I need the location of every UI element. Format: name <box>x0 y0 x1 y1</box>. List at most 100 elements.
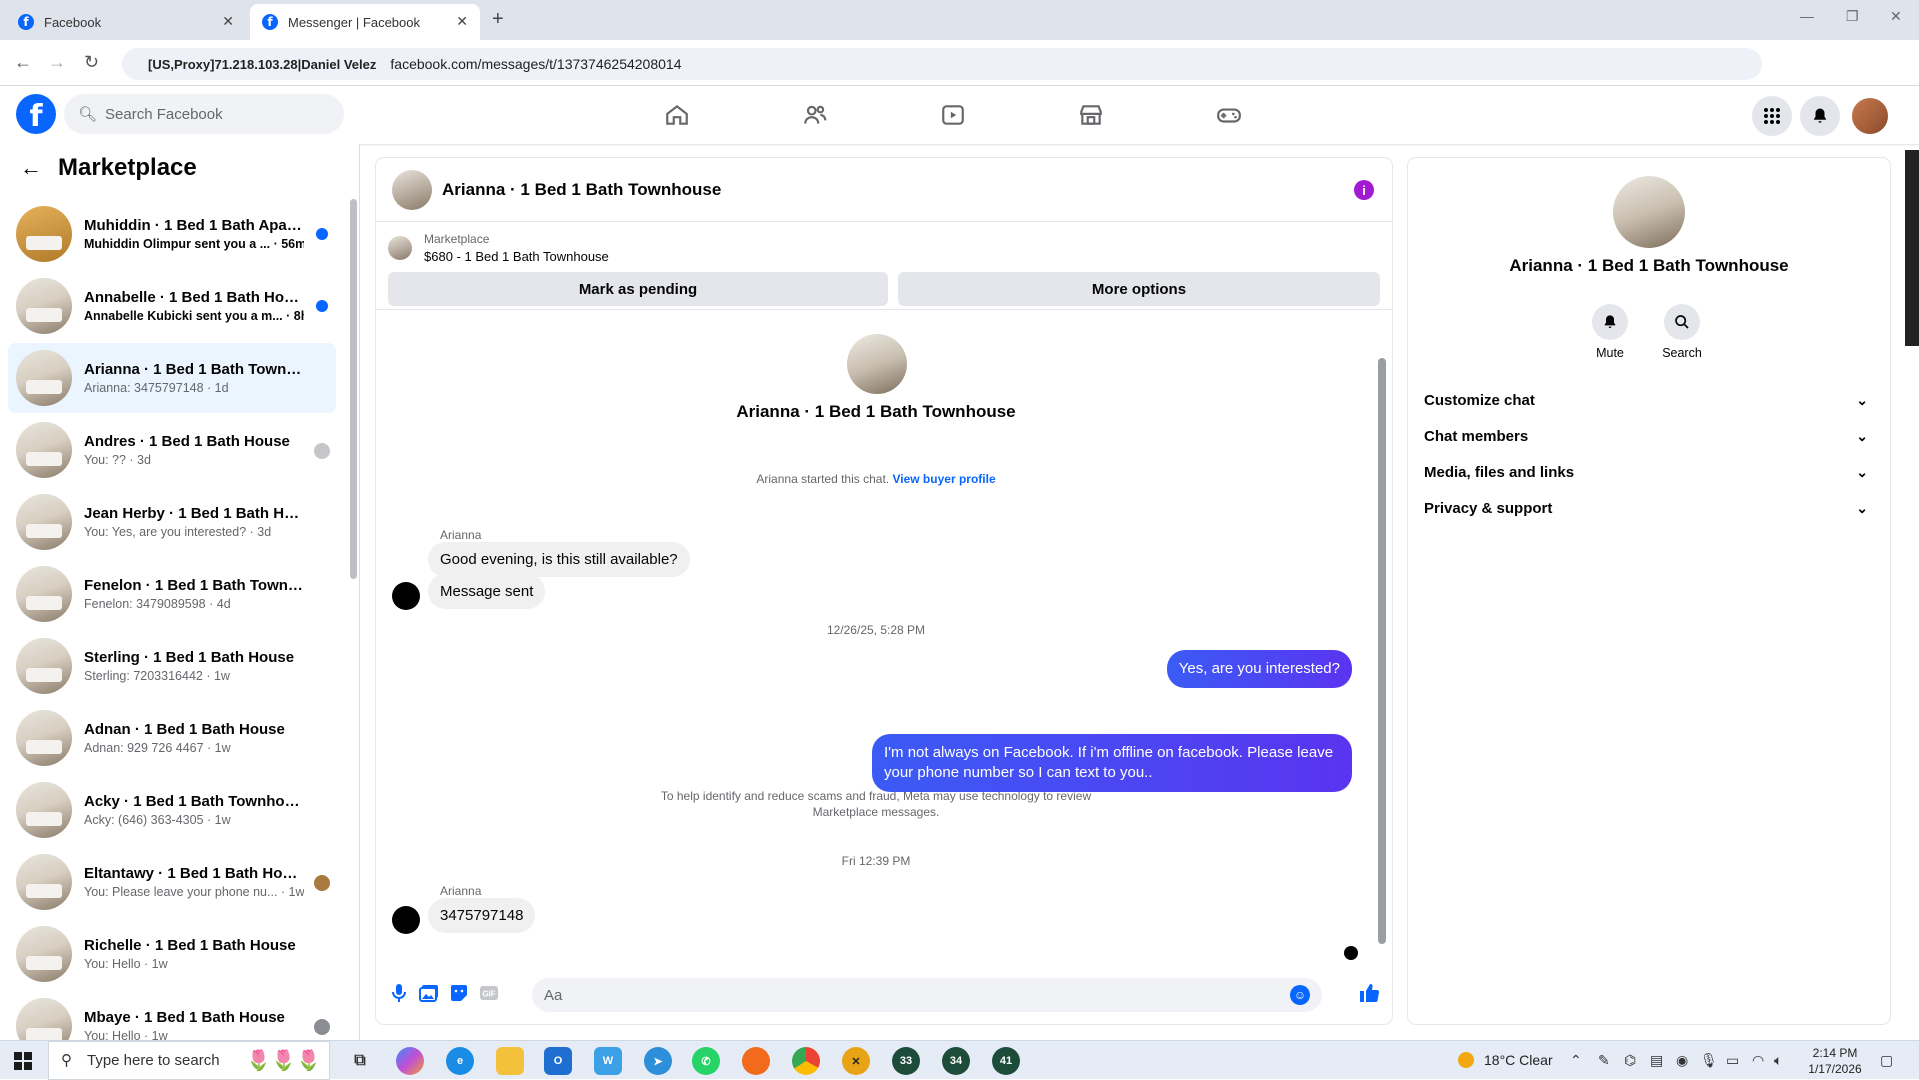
windows-start-icon[interactable] <box>14 1052 32 1070</box>
pen-icon[interactable]: ✎ <box>1598 1052 1610 1069</box>
whatsapp-icon[interactable]: ✆ <box>692 1047 720 1075</box>
customize-chat-section[interactable]: Customize chat ⌄ <box>1424 382 1874 418</box>
chrome-icon[interactable] <box>792 1047 820 1075</box>
sender-avatar[interactable] <box>392 582 420 610</box>
emoji-icon[interactable]: ☺ <box>1290 985 1310 1005</box>
microphone-tray-icon[interactable]: 🎙︎ <box>1700 1052 1718 1069</box>
close-tab-icon[interactable]: ✕ <box>222 13 234 30</box>
voice-clip-icon[interactable] <box>388 982 410 1004</box>
telegram-icon[interactable]: ➤ <box>644 1047 672 1075</box>
app-badge-34-icon[interactable]: 34 <box>942 1047 970 1075</box>
conversation-item[interactable]: Andres · 1 Bed 1 Bath House You: ?? · 3d <box>8 415 336 485</box>
media-files-links-section[interactable]: Media, files and links ⌄ <box>1424 454 1874 490</box>
conversation-item[interactable]: Mbaye · 1 Bed 1 Bath House You: Hello · 1… <box>8 991 336 1044</box>
back-icon[interactable]: ← <box>14 52 32 73</box>
view-buyer-profile-link[interactable]: View buyer profile <box>892 472 995 486</box>
sender-avatar[interactable] <box>392 906 420 934</box>
app-x-icon[interactable]: ✕ <box>842 1047 870 1075</box>
outgoing-message[interactable]: Yes, are you interested? <box>1166 650 1352 688</box>
reload-icon[interactable]: ↻ <box>84 52 99 73</box>
app-badge-41-icon[interactable]: 41 <box>992 1047 1020 1075</box>
weather-widget[interactable]: 18°C Clear <box>1458 1052 1553 1068</box>
address-bar[interactable]: [US,Proxy]71.218.103.28|Daniel Velez fac… <box>122 48 1762 80</box>
facebook-search-input[interactable]: 🔍︎ Search Facebook <box>64 94 344 134</box>
conversation-item[interactable]: Fenelon · 1 Bed 1 Bath Townhouse Fenelon:… <box>8 559 336 629</box>
notifications-tray-icon[interactable]: ▢ <box>1880 1052 1893 1069</box>
incoming-message[interactable]: Message sent <box>428 574 546 609</box>
attach-photo-icon[interactable] <box>418 982 440 1004</box>
details-avatar[interactable] <box>1613 176 1685 248</box>
teams-tray-icon[interactable]: ▤ <box>1650 1052 1663 1069</box>
taskbar-search-input[interactable]: ⚲ Type here to search 🌷🌷🌷 <box>48 1041 330 1080</box>
conversation-item[interactable]: Annabelle · 1 Bed 1 Bath House Annabelle … <box>8 271 336 341</box>
outgoing-message[interactable]: I'm not always on Facebook. If i'm offli… <box>872 734 1352 792</box>
mark-as-pending-button[interactable]: Mark as pending <box>388 272 888 306</box>
app-w-icon[interactable]: W <box>594 1047 622 1075</box>
home-icon[interactable] <box>662 100 692 130</box>
sidebar-scrollbar[interactable] <box>350 199 357 579</box>
facebook-logo-icon[interactable]: f <box>16 94 56 134</box>
incoming-message[interactable]: Good evening, is this still available? <box>428 542 690 577</box>
conversation-item[interactable]: Eltantawy · 1 Bed 1 Bath House You: Pleas… <box>8 847 336 917</box>
wifi-tray-icon[interactable]: ◠ <box>1752 1052 1764 1069</box>
chat-title[interactable]: Arianna · 1 Bed 1 Bath Townhouse <box>442 180 721 200</box>
app-badge-33-icon[interactable]: 33 <box>892 1047 920 1075</box>
svg-text:GIF: GIF <box>482 990 495 999</box>
listing-thumbnail[interactable] <box>388 236 412 260</box>
search-in-chat-button[interactable]: Search <box>1652 304 1712 360</box>
more-options-button[interactable]: More options <box>898 272 1380 306</box>
network-tray-icon[interactable]: ⌬ <box>1624 1052 1636 1069</box>
chat-scrollbar[interactable] <box>1378 358 1386 944</box>
notifications-bell-icon[interactable] <box>1800 96 1840 136</box>
copilot-icon[interactable] <box>396 1047 424 1075</box>
conversation-item[interactable]: Sterling · 1 Bed 1 Bath House Sterling: 7… <box>8 631 336 701</box>
conversation-item[interactable]: Acky · 1 Bed 1 Bath Townhouse Acky: (646)… <box>8 775 336 845</box>
menu-grid-icon[interactable] <box>1752 96 1792 136</box>
conversation-preview: Sterling: 7203316442 · 1w <box>84 669 230 683</box>
gif-icon[interactable]: GIF <box>478 982 500 1004</box>
tab-facebook[interactable]: f Facebook ✕ <box>6 4 246 40</box>
close-window-icon[interactable]: ✕ <box>1890 8 1902 25</box>
firefox-icon[interactable] <box>742 1047 770 1075</box>
minimize-icon[interactable]: — <box>1800 8 1814 24</box>
thread-avatar[interactable] <box>847 334 907 394</box>
listing-title[interactable]: $680 - 1 Bed 1 Bath Townhouse <box>424 249 609 264</box>
incoming-message[interactable]: 3475797148 <box>428 898 536 933</box>
display-tray-icon[interactable]: ▭ <box>1726 1052 1739 1069</box>
mute-button[interactable]: Mute <box>1580 304 1640 360</box>
close-tab-icon[interactable]: ✕ <box>456 13 468 30</box>
chat-avatar[interactable] <box>392 169 432 210</box>
gaming-icon[interactable] <box>1214 100 1244 130</box>
conversation-preview: Acky: (646) 363-4305 · 1w <box>84 813 231 827</box>
restore-icon[interactable]: ❐ <box>1846 8 1859 25</box>
system-clock[interactable]: 2:14 PM 1/17/2026 <box>1800 1045 1870 1077</box>
tray-chevron-up-icon[interactable]: ⌃ <box>1570 1052 1582 1069</box>
conversation-item[interactable]: Adnan · 1 Bed 1 Bath House Adnan: 929 726… <box>8 703 336 773</box>
profile-avatar[interactable] <box>1850 96 1890 136</box>
marketplace-icon[interactable] <box>1076 100 1106 130</box>
video-icon[interactable] <box>938 100 968 130</box>
conversation-item[interactable]: Jean Herby · 1 Bed 1 Bath House You: Yes,… <box>8 487 336 557</box>
chat-members-section[interactable]: Chat members ⌄ <box>1424 418 1874 454</box>
app-tray-icon[interactable]: ◉ <box>1676 1052 1688 1069</box>
info-icon[interactable]: i <box>1354 180 1374 200</box>
conversation-item[interactable]: Muhiddin · 1 Bed 1 Bath Apart... Muhiddin… <box>8 199 336 269</box>
conversation-item[interactable]: Richelle · 1 Bed 1 Bath House You: Hello … <box>8 919 336 989</box>
privacy-support-section[interactable]: Privacy & support ⌄ <box>1424 490 1874 526</box>
clock-date: 1/17/2026 <box>1808 1062 1862 1076</box>
back-arrow-icon[interactable]: ← <box>20 155 42 181</box>
outlook-icon[interactable]: O <box>544 1047 572 1075</box>
new-tab-icon[interactable]: + <box>492 8 504 31</box>
message-input[interactable]: Aa <box>532 978 1322 1012</box>
thumbs-up-icon[interactable] <box>1358 982 1380 1004</box>
edge-icon[interactable]: e <box>446 1047 474 1075</box>
sticker-icon[interactable] <box>448 982 470 1004</box>
friends-icon[interactable] <box>800 100 830 130</box>
volume-tray-icon[interactable]: 🔈︎ <box>1774 1052 1782 1069</box>
forward-icon[interactable]: → <box>48 52 66 73</box>
tab-messenger[interactable]: f Messenger | Facebook ✕ <box>250 4 480 40</box>
page-scrollbar[interactable] <box>1905 150 1919 346</box>
conversation-item-active[interactable]: Arianna · 1 Bed 1 Bath Townhouse Arianna:… <box>8 343 336 413</box>
task-view-icon[interactable]: ⧉ <box>346 1047 374 1075</box>
file-explorer-icon[interactable] <box>496 1047 524 1075</box>
